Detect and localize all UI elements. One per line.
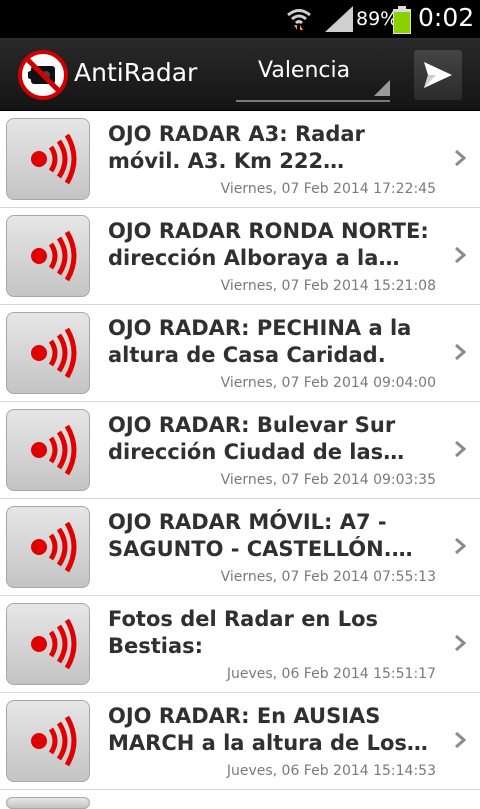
list-item[interactable]: OJO RADAR MÓVIL: A7 - SAGUNTO - CASTELLÓ… <box>0 499 480 596</box>
wifi-icon <box>286 6 312 36</box>
battery-icon <box>393 6 411 38</box>
send-button[interactable] <box>414 50 462 100</box>
list-item[interactable]: OJO RADAR: En AUSIAS MARCH a la altura d… <box>0 693 480 790</box>
status-clock: 0:02 <box>418 3 475 32</box>
city-select[interactable]: Valencia <box>236 52 390 102</box>
signal-icon <box>325 6 353 36</box>
radar-icon <box>6 118 90 200</box>
item-title: OJO RADAR A3: Radar móvil. A3. Km 222 di… <box>108 122 365 173</box>
list-item[interactable]: OJO RADAR: PECHINA a la altura de Casa C… <box>0 305 480 402</box>
radar-icon <box>6 409 90 491</box>
item-date: Viernes, 07 Feb 2014 15:21:08 <box>220 278 436 294</box>
app-logo-icon[interactable] <box>18 50 68 100</box>
item-date: Viernes, 07 Feb 2014 07:55:13 <box>220 569 436 585</box>
chevron-right-icon <box>454 343 467 365</box>
radar-alert-list: OJO RADAR A3: Radar móvil. A3. Km 222 di… <box>0 111 480 809</box>
chevron-right-icon <box>454 246 467 268</box>
item-date: Viernes, 07 Feb 2014 09:03:35 <box>220 472 436 488</box>
item-date: Jueves, 06 Feb 2014 15:14:53 <box>226 763 436 779</box>
radar-icon <box>6 312 90 394</box>
status-bar: 89% 0:02 <box>0 0 480 38</box>
list-item[interactable]: OJO RADAR: Bulevar Sur dirección Ciudad … <box>0 402 480 499</box>
list-item[interactable]: Fotos del Radar en Los Bestias: Jueves, … <box>0 596 480 693</box>
list-item[interactable]: OJO RADAR RONDA NORTE: dirección Alboray… <box>0 208 480 305</box>
item-title: OJO RADAR: En AUSIAS MARCH a la altura d… <box>108 704 428 755</box>
item-title: OJO RADAR: Bulevar Sur dirección Ciudad … <box>108 413 396 464</box>
item-title: OJO RADAR MÓVIL: A7 - SAGUNTO - CASTELLÓ… <box>108 510 413 561</box>
radar-icon <box>6 797 90 809</box>
list-item-partial[interactable] <box>0 790 480 809</box>
item-title: OJO RADAR: PECHINA a la altura de Casa C… <box>108 316 412 367</box>
radar-icon <box>6 603 90 685</box>
item-date: Viernes, 07 Feb 2014 17:22:45 <box>220 181 436 197</box>
chevron-right-icon <box>454 634 467 656</box>
list-item[interactable]: OJO RADAR A3: Radar móvil. A3. Km 222 di… <box>0 111 480 208</box>
item-date: Jueves, 06 Feb 2014 15:51:17 <box>226 666 436 682</box>
city-select-value: Valencia <box>258 58 351 83</box>
chevron-right-icon <box>454 149 467 171</box>
dropdown-corner-icon <box>374 80 390 100</box>
item-title: OJO RADAR RONDA NORTE: dirección Alboray… <box>108 219 429 270</box>
app-title: AntiRadar <box>74 58 198 87</box>
send-icon <box>424 62 452 88</box>
battery-percent: 89% <box>356 8 399 30</box>
chevron-right-icon <box>454 440 467 462</box>
chevron-right-icon <box>454 731 467 753</box>
chevron-right-icon <box>454 537 467 559</box>
radar-icon <box>6 215 90 297</box>
item-date: Viernes, 07 Feb 2014 09:04:00 <box>220 375 436 391</box>
item-title: Fotos del Radar en Los Bestias: <box>108 607 379 658</box>
radar-icon <box>6 700 90 782</box>
radar-icon <box>6 506 90 588</box>
app-bar: AntiRadar Valencia <box>0 38 480 111</box>
